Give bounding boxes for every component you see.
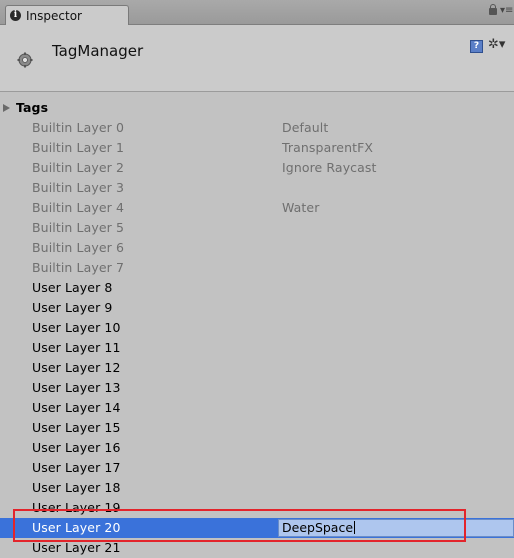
- lock-icon[interactable]: [489, 4, 497, 15]
- layer-value[interactable]: Ignore Raycast: [282, 158, 377, 178]
- layer-label: User Layer 9: [32, 300, 113, 315]
- foldout-triangle-icon[interactable]: [3, 104, 10, 112]
- layer-label: User Layer 18: [32, 480, 121, 495]
- layer-row[interactable]: Builtin Layer 6: [0, 238, 514, 258]
- inspector-header: TagManager ? ✲▾: [0, 25, 514, 92]
- object-title: TagManager: [52, 42, 144, 60]
- layer-label: User Layer 14: [32, 400, 121, 415]
- layer-label: Builtin Layer 7: [32, 260, 124, 275]
- layer-row[interactable]: User Layer 8: [0, 278, 514, 298]
- layer-row[interactable]: Builtin Layer 5: [0, 218, 514, 238]
- layer-row[interactable]: User Layer 18: [0, 478, 514, 498]
- gear-icon: [17, 52, 33, 68]
- tags-foldout[interactable]: Tags: [0, 98, 514, 118]
- layer-label: Builtin Layer 1: [32, 140, 124, 155]
- tags-label: Tags: [16, 100, 49, 115]
- layer-label: Builtin Layer 5: [32, 220, 124, 235]
- layer-label: User Layer 12: [32, 360, 121, 375]
- layer-label: Builtin Layer 6: [32, 240, 124, 255]
- layer-label: User Layer 11: [32, 340, 121, 355]
- help-icon[interactable]: ?: [470, 40, 483, 53]
- layer-row[interactable]: Builtin Layer 2 Ignore Raycast: [0, 158, 514, 178]
- layer-label: User Layer 17: [32, 460, 121, 475]
- layer-row[interactable]: User Layer 15: [0, 418, 514, 438]
- layer-row[interactable]: User Layer 11: [0, 338, 514, 358]
- layer-row[interactable]: User Layer 17: [0, 458, 514, 478]
- layer-value[interactable]: Default: [282, 118, 328, 138]
- menu-icon[interactable]: ▾≡: [500, 5, 513, 16]
- layer-row[interactable]: Builtin Layer 4 Water: [0, 198, 514, 218]
- tab-inspector[interactable]: i Inspector: [5, 5, 129, 25]
- layer-label: User Layer 16: [32, 440, 121, 455]
- layer-row[interactable]: User Layer 9: [0, 298, 514, 318]
- layer-row[interactable]: User Layer 10: [0, 318, 514, 338]
- layer-label: User Layer 8: [32, 280, 113, 295]
- highlight-box: [13, 509, 466, 542]
- layer-list: Tags Builtin Layer 0 Default Builtin Layer…: [0, 98, 514, 558]
- layer-row[interactable]: Builtin Layer 1 TransparentFX: [0, 138, 514, 158]
- layer-label: User Layer 10: [32, 320, 121, 335]
- tab-label: Inspector: [26, 8, 82, 23]
- layer-row[interactable]: User Layer 16: [0, 438, 514, 458]
- layer-label: User Layer 13: [32, 380, 121, 395]
- settings-icon[interactable]: ✲▾: [488, 37, 505, 52]
- layer-row[interactable]: User Layer 12: [0, 358, 514, 378]
- layer-value[interactable]: Water: [282, 198, 319, 218]
- layer-value[interactable]: TransparentFX: [282, 138, 373, 158]
- layer-label: Builtin Layer 2: [32, 160, 124, 175]
- layer-label: Builtin Layer 0: [32, 120, 124, 135]
- layer-label: Builtin Layer 3: [32, 180, 124, 195]
- info-icon: i: [10, 10, 21, 21]
- layer-label: Builtin Layer 4: [32, 200, 124, 215]
- layer-row[interactable]: Builtin Layer 7: [0, 258, 514, 278]
- layer-row[interactable]: Builtin Layer 3: [0, 178, 514, 198]
- layer-row[interactable]: Builtin Layer 0 Default: [0, 118, 514, 138]
- tab-bar: i Inspector ▾≡: [0, 0, 514, 25]
- layer-row[interactable]: User Layer 14: [0, 398, 514, 418]
- layer-row[interactable]: User Layer 13: [0, 378, 514, 398]
- layer-label: User Layer 15: [32, 420, 121, 435]
